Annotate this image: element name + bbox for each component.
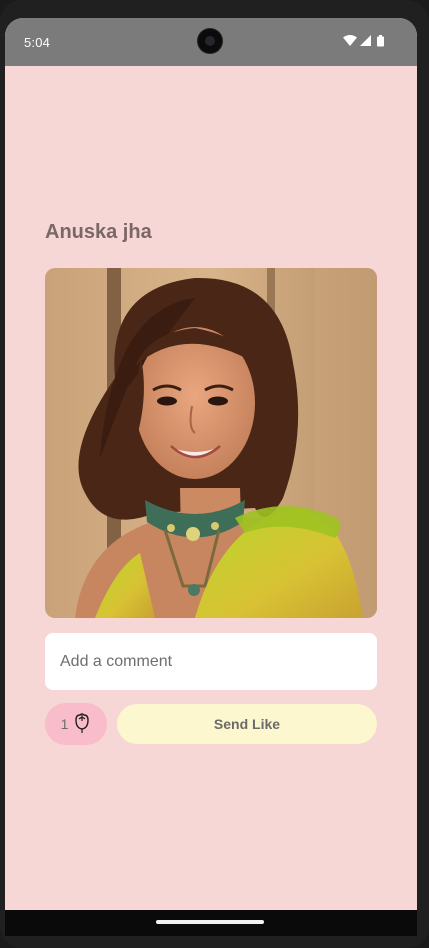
rose-counter-button[interactable]: 1	[45, 703, 107, 745]
app-screen: 5:04 Anuska jha Add a comment 1 Send Lik…	[5, 18, 417, 936]
signal-icon	[360, 35, 371, 46]
status-bar: 5:04	[5, 18, 417, 66]
battery-icon	[377, 35, 384, 47]
wifi-icon	[343, 35, 357, 46]
status-icons	[343, 34, 393, 48]
home-indicator[interactable]	[156, 920, 264, 924]
comment-input[interactable]	[45, 633, 377, 690]
profile-name: Anuska jha	[45, 221, 152, 243]
profile-photo	[45, 268, 377, 618]
navigation-bar	[5, 910, 417, 936]
send-like-button[interactable]: Send Like	[117, 704, 377, 744]
device-frame: 5:04 Anuska jha Add a comment 1 Send Lik…	[0, 0, 429, 948]
front-camera	[198, 29, 222, 53]
rose-count: 1	[60, 716, 69, 732]
status-time: 5:04	[24, 35, 51, 50]
profile-content: Anuska jha Add a comment 1 Send Like	[5, 66, 417, 910]
rose-icon	[73, 712, 91, 737]
